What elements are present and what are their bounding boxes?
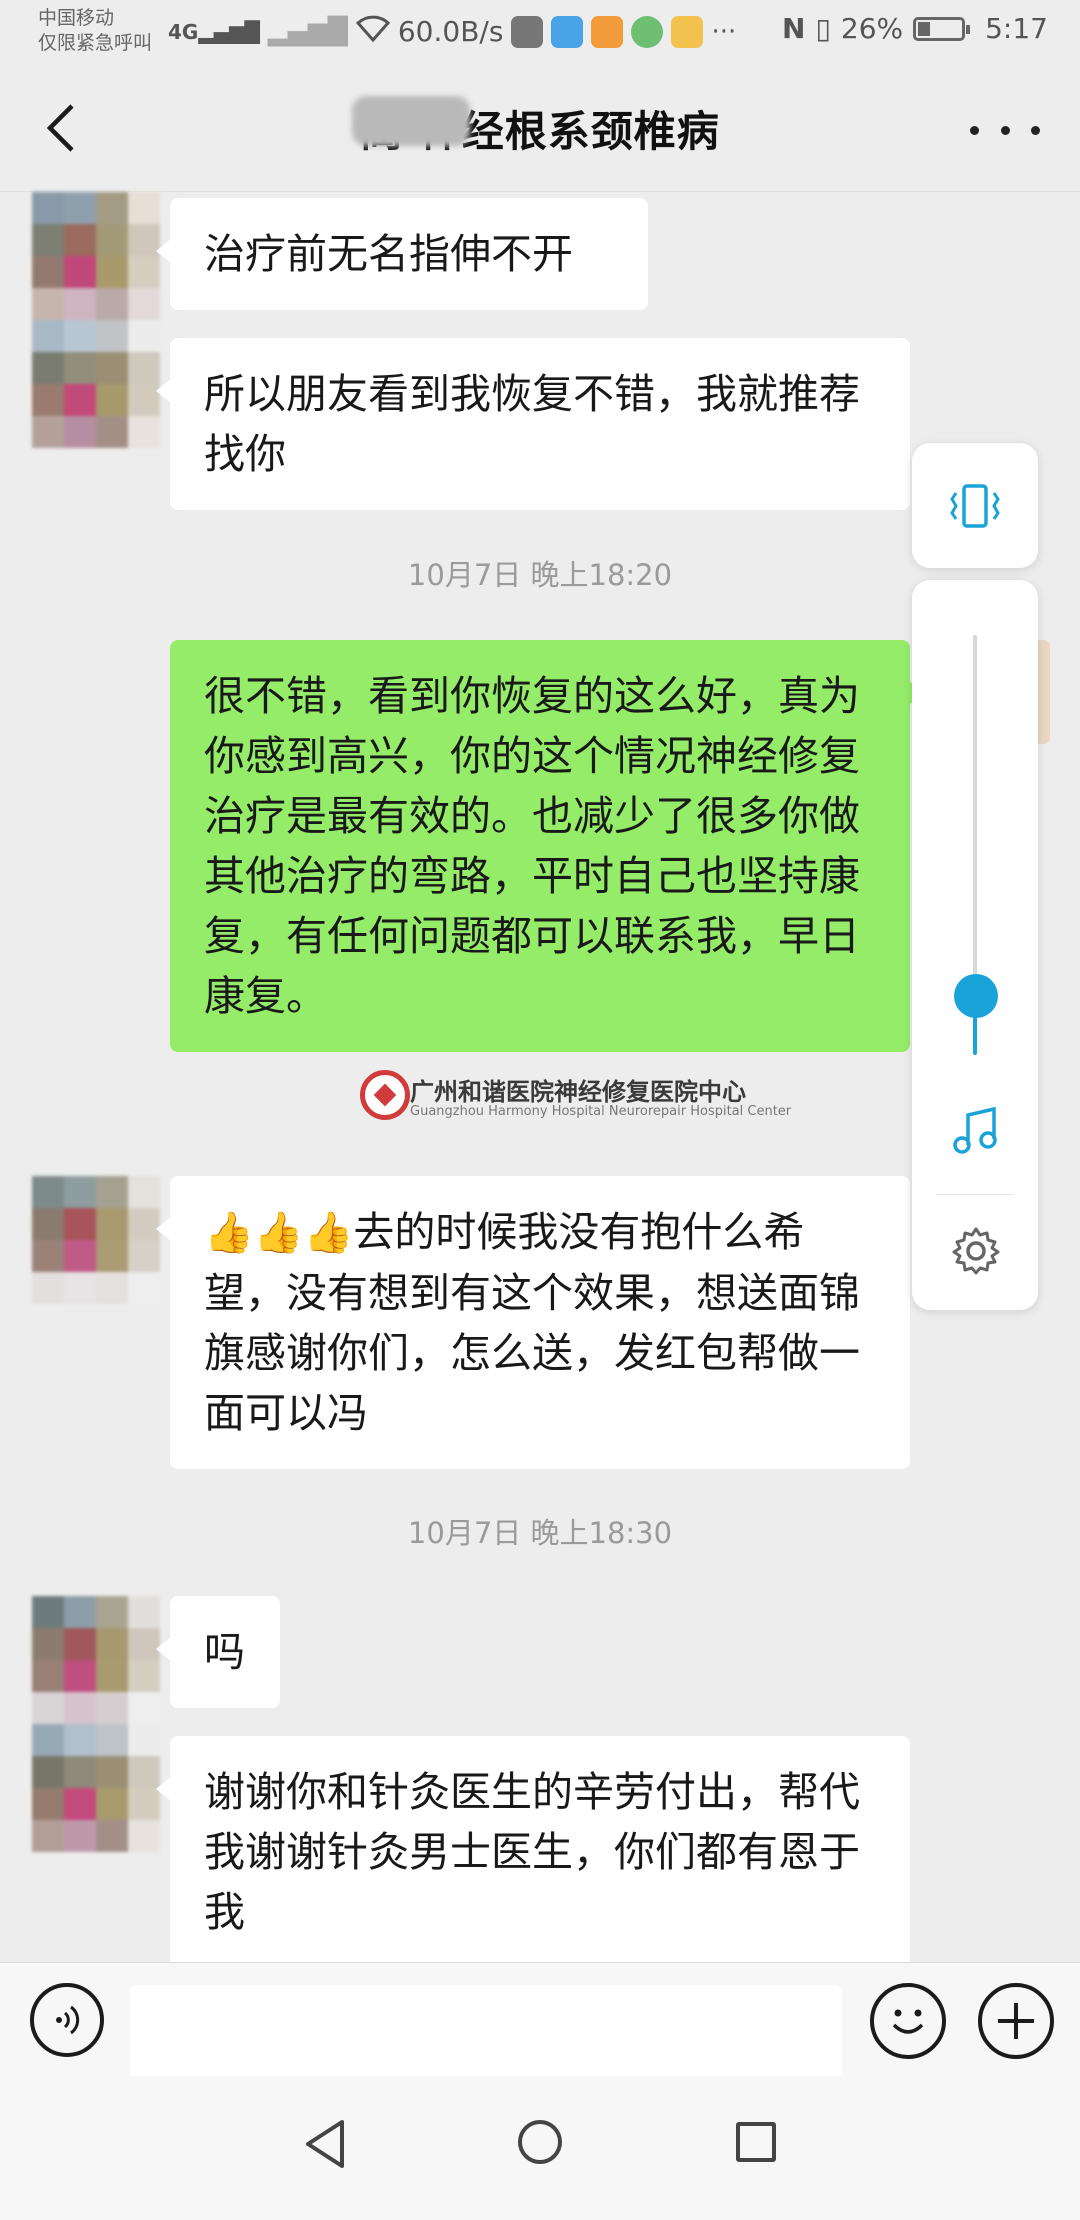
signal-icon: ▂▄▆█	[267, 16, 348, 47]
status-right-icons: N ▯ 26% 5:17	[782, 12, 1048, 45]
chat-header: 蔺 神经根系颈椎病	[0, 68, 1080, 192]
app-icon	[551, 15, 584, 48]
nav-home-icon[interactable]	[518, 2120, 562, 2164]
message-bubble[interactable]: 很不错，看到你恢复的这么好，真为你感到高兴，你的这个情况神经修复治疗是最有效的。…	[170, 640, 924, 1052]
message-text: 谢谢你和针灸医生的辛劳付出，帮代我谢谢针灸男士医生，你们都有恩于我	[204, 1768, 860, 1936]
wechat-icon	[511, 15, 544, 48]
battery-percent: 26%	[840, 12, 904, 45]
carrier-label: 中国移动 仅限紧急呼叫	[38, 6, 152, 56]
avatar[interactable]	[32, 192, 160, 448]
thumbs-up-icon: 👍👍👍	[204, 1210, 354, 1256]
message-text: 吗	[204, 1628, 245, 1676]
message-timestamp: 10月7日 晚上18:30	[407, 1516, 673, 1550]
voice-input-button[interactable]	[30, 1983, 104, 2057]
hospital-logo-icon	[360, 1070, 410, 1120]
more-options-button[interactable]	[970, 108, 1040, 152]
message-bubble[interactable]: 治疗前无名指伸不开	[156, 198, 648, 310]
vibrate-icon: ▯	[815, 12, 831, 45]
wifi-icon	[355, 14, 390, 49]
volume-panel	[912, 580, 1038, 1310]
message-text: 很不错，看到你恢复的这么好，真为你感到高兴，你的这个情况神经修复治疗是最有效的。…	[204, 672, 860, 1020]
carrier-note: 仅限紧急呼叫	[38, 32, 153, 54]
message-text: 所以朋友看到我恢复不错，我就推荐找你	[204, 370, 860, 478]
weibo-icon	[671, 15, 704, 48]
avatar[interactable]	[32, 1596, 160, 1852]
app-icon	[631, 15, 664, 48]
input-bar	[0, 1962, 1080, 2089]
emoji-button[interactable]	[870, 1983, 946, 2059]
message-bubble[interactable]: 所以朋友看到我恢复不错，我就推荐找你	[156, 338, 910, 510]
message-input[interactable]	[130, 1985, 842, 2089]
nfc-icon: N	[782, 12, 806, 45]
watermark-subtitle: Guangzhou Harmony Hospital Neurorepair H…	[410, 1104, 792, 1119]
status-left-icons: 4G▂▄▆█ ▂▄▆█ 60.0B/s ···	[168, 14, 736, 49]
gear-icon[interactable]	[950, 1225, 1002, 1277]
network-speed: 60.0B/s	[397, 15, 504, 48]
system-nav-bar	[0, 2076, 1080, 2220]
carrier-name: 中国移动	[38, 7, 115, 29]
divider	[936, 1194, 1014, 1195]
emoji-icon	[892, 2009, 924, 2034]
signal-icon: 4G▂▄▆█	[168, 19, 260, 44]
chat-title: 蔺 神经根系颈椎病	[360, 107, 720, 156]
video-icon	[591, 15, 624, 48]
more-dots-icon	[970, 125, 979, 135]
message-bubble[interactable]: 👍👍👍去的时候我没有抱什么希望，没有想到有这个效果，想送面锦旗感谢你们，怎么送，…	[156, 1176, 910, 1469]
vibrate-icon	[950, 483, 1000, 528]
back-button[interactable]	[30, 96, 94, 160]
battery-icon	[913, 16, 971, 41]
redacted-name	[352, 96, 470, 146]
message-bubble[interactable]: 吗	[156, 1596, 280, 1708]
music-note-icon[interactable]	[950, 1105, 1002, 1157]
watermark: 广州和谐医院神经修复医院中心 Guangzhou Harmony Hospita…	[360, 1070, 791, 1126]
vibrate-toggle[interactable]	[912, 443, 1038, 568]
watermark-name: 广州和谐医院神经修复医院中心	[410, 1078, 746, 1106]
voice-icon	[56, 2005, 80, 2035]
nav-back-icon[interactable]	[300, 2116, 350, 2172]
avatar[interactable]	[32, 1176, 160, 1304]
volume-slider-thumb[interactable]	[954, 974, 998, 1019]
message-bubble[interactable]: 谢谢你和针灸医生的辛劳付出，帮代我谢谢针灸男士医生，你们都有恩于我	[156, 1736, 910, 1968]
overflow-icon: ···	[711, 16, 737, 47]
clock: 5:17	[985, 12, 1048, 45]
plus-button[interactable]	[978, 1983, 1054, 2059]
chevron-left-icon	[46, 104, 74, 152]
nav-recent-icon[interactable]	[736, 2122, 776, 2162]
status-bar: 中国移动 仅限紧急呼叫 4G▂▄▆█ ▂▄▆█ 60.0B/s ··· N ▯ …	[0, 0, 1080, 68]
panel-edge	[1038, 640, 1050, 744]
message-text: 治疗前无名指伸不开	[204, 230, 573, 278]
